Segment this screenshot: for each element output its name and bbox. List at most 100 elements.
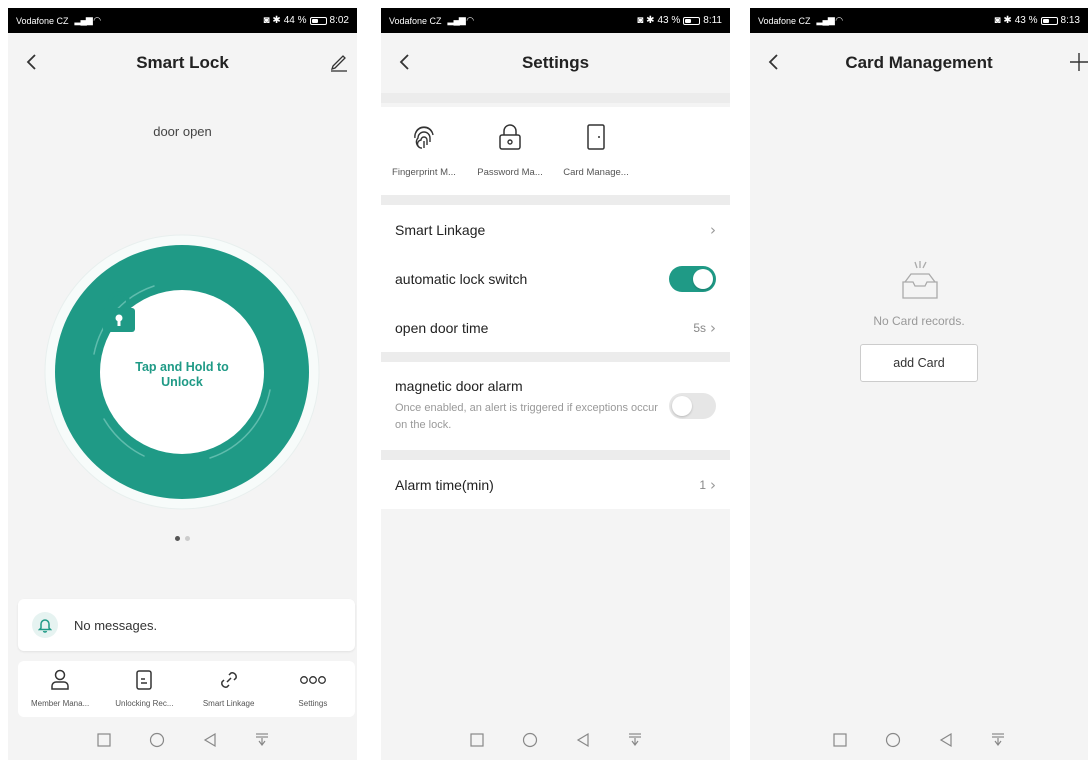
- chevron-right-icon: ›: [710, 220, 716, 239]
- message-card[interactable]: No messages.: [18, 599, 355, 651]
- signal-icon: ▂▄▆ ◠: [74, 15, 102, 25]
- magnetic-alarm-label: magnetic door alarm: [395, 378, 523, 394]
- home-icon[interactable]: [522, 732, 538, 753]
- empty-state: No Card records. add Card: [750, 258, 1088, 382]
- page-title: Smart Lock: [136, 53, 229, 72]
- password-management[interactable]: Password Ma...: [467, 107, 553, 195]
- notification-pull-icon[interactable]: [628, 732, 642, 753]
- card-label: Card Manage...: [563, 167, 629, 178]
- open-door-time-row[interactable]: open door time 5s ›: [381, 303, 730, 352]
- carrier-label: Vodafone CZ: [16, 15, 69, 26]
- status-bar: Vodafone CZ ▂▄▆ ◠ ◙ ✱ 44 % 8:02: [8, 8, 357, 33]
- settings-group-2: magnetic door alarm Once enabled, an ale…: [381, 362, 730, 450]
- alarm-time-label: Alarm time(min): [395, 476, 494, 493]
- open-door-time-value: 5s: [693, 320, 706, 335]
- function-shortcuts: Fingerprint M... Password Ma... Card Man…: [381, 107, 730, 195]
- page-indicator: [8, 536, 357, 541]
- auto-lock-label: automatic lock switch: [395, 270, 528, 287]
- back-nav-icon[interactable]: [576, 732, 590, 753]
- fingerprint-management[interactable]: Fingerprint M...: [381, 107, 467, 195]
- unlock-dial: Tap and Hold to Unlock: [44, 234, 320, 510]
- page-dot-active: [175, 536, 180, 541]
- page-dot: [185, 536, 190, 541]
- auto-lock-toggle[interactable]: [669, 265, 716, 292]
- screens: Vodafone CZ ▂▄▆ ◠ ◙ ✱ 44 % 8:02 Smart Lo…: [0, 0, 1088, 760]
- empty-inbox-icon: [902, 261, 938, 299]
- battery-percent: 44 %: [283, 15, 307, 26]
- battery-icon: [1040, 16, 1058, 25]
- battery-percent: 43 %: [657, 15, 681, 26]
- bottom-tab-bar: Member Mana... Unlocking Rec... Smart Li…: [18, 661, 355, 717]
- back-icon[interactable]: [20, 47, 44, 77]
- alarm-time-value: 1: [699, 477, 706, 492]
- password-label: Password Ma...: [477, 167, 543, 178]
- tab-settings[interactable]: Settings: [271, 661, 355, 717]
- page-title: Settings: [521, 53, 590, 72]
- status-right: ◙ ✱ 43 % 8:13: [995, 15, 1080, 26]
- status-right: ◙ ✱ 43 % 8:11: [637, 15, 722, 26]
- chevron-right-icon: ›: [710, 475, 716, 494]
- auto-lock-row: automatic lock switch: [381, 254, 730, 303]
- status-bar: Vodafone CZ ▂▄▆ ◠ ◙ ✱ 43 % 8:13: [750, 8, 1088, 33]
- smart-linkage-row[interactable]: Smart Linkage ›: [381, 205, 730, 254]
- empty-text: No Card records.: [873, 314, 965, 328]
- nfc-icon: ◙ ✱: [263, 15, 281, 26]
- battery-icon: [683, 16, 701, 25]
- clock: 8:13: [1060, 15, 1080, 26]
- status-right: ◙ ✱ 44 % 8:02: [264, 15, 349, 26]
- bell-icon: [32, 612, 58, 638]
- smart-lock-screen: Vodafone CZ ▂▄▆ ◠ ◙ ✱ 44 % 8:02 Smart Lo…: [8, 8, 357, 760]
- link-icon: [218, 668, 240, 692]
- magnetic-alarm-toggle[interactable]: [669, 393, 716, 419]
- signal-icon: ▂▄▆ ◠: [447, 15, 475, 25]
- settings-screen: Vodafone CZ ▂▄▆ ◠ ◙ ✱ 43 % 8:11 Settings…: [381, 8, 730, 760]
- home-icon[interactable]: [149, 732, 165, 753]
- system-nav-bar: [8, 724, 357, 760]
- nfc-icon: ◙ ✱: [994, 15, 1012, 26]
- signal-icon: ▂▄▆ ◠: [816, 15, 844, 25]
- door-icon: [586, 121, 606, 153]
- person-icon: [50, 668, 70, 692]
- alarm-time-row[interactable]: Alarm time(min) 1 ›: [381, 460, 730, 509]
- divider: [381, 195, 730, 205]
- card-management[interactable]: Card Manage...: [553, 107, 639, 195]
- unlock-button[interactable]: Tap and Hold to Unlock: [100, 290, 264, 454]
- add-card-button[interactable]: add Card: [860, 344, 978, 382]
- tab-label: Settings: [298, 699, 328, 708]
- carrier-label: Vodafone CZ: [389, 15, 442, 26]
- tab-smart-linkage[interactable]: Smart Linkage: [187, 661, 271, 717]
- carrier-label: Vodafone CZ: [758, 15, 811, 26]
- home-icon[interactable]: [885, 732, 901, 753]
- back-icon[interactable]: [762, 47, 786, 77]
- nav-bar: Smart Lock: [8, 33, 357, 93]
- nav-bar: Settings: [381, 33, 730, 93]
- door-status: door open: [153, 124, 212, 139]
- more-icon: [299, 668, 327, 692]
- record-icon: [135, 668, 153, 692]
- magnetic-alarm-row: magnetic door alarm Once enabled, an ale…: [381, 362, 730, 450]
- fingerprint-label: Fingerprint M...: [392, 167, 456, 178]
- divider: [381, 352, 730, 362]
- tab-label: Unlocking Rec...: [115, 699, 174, 708]
- back-nav-icon[interactable]: [203, 732, 217, 753]
- magnetic-alarm-description: Once enabled, an alert is triggered if e…: [395, 402, 658, 431]
- settings-group-1: Smart Linkage › automatic lock switch op…: [381, 205, 730, 352]
- notification-pull-icon[interactable]: [255, 732, 269, 753]
- clock: 8:11: [703, 15, 722, 26]
- battery-icon: [309, 16, 327, 25]
- page-title: Card Management: [845, 53, 993, 72]
- recent-apps-icon[interactable]: [469, 732, 484, 752]
- divider: [381, 93, 730, 103]
- tab-unlocking-records[interactable]: Unlocking Rec...: [102, 661, 186, 717]
- recent-apps-icon[interactable]: [96, 732, 111, 752]
- back-nav-icon[interactable]: [939, 732, 953, 753]
- edit-icon[interactable]: [329, 51, 349, 73]
- tab-label: Member Mana...: [31, 699, 90, 708]
- tab-member-management[interactable]: Member Mana...: [18, 661, 102, 717]
- system-nav-bar: [381, 724, 730, 760]
- recent-apps-icon[interactable]: [833, 732, 847, 752]
- notification-pull-icon[interactable]: [991, 732, 1005, 753]
- add-icon[interactable]: [1068, 51, 1088, 73]
- back-icon[interactable]: [393, 47, 417, 77]
- clock: 8:02: [329, 15, 349, 26]
